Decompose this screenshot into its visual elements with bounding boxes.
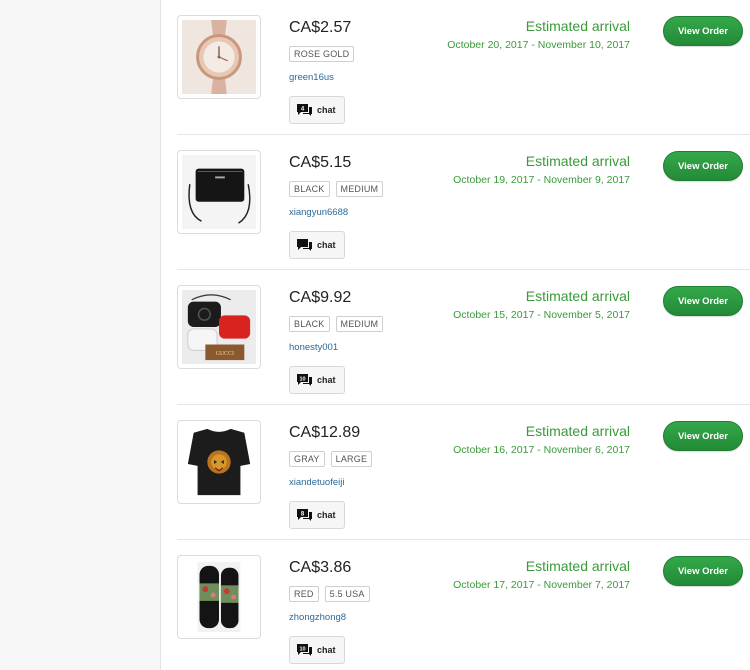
variant-tag: BLACK (289, 316, 330, 332)
variant-list: RED 5.5 USA (289, 586, 370, 602)
chat-button[interactable]: 4 chat (289, 96, 345, 124)
product-image[interactable] (177, 420, 261, 504)
seller-link[interactable]: green16us (289, 72, 334, 83)
chat-button[interactable]: chat (289, 231, 345, 259)
view-order-button[interactable]: View Order (663, 151, 743, 181)
chat-label: chat (317, 105, 336, 115)
svg-text:10: 10 (299, 647, 305, 653)
estimated-arrival-dates: October 19, 2017 - November 9, 2017 (453, 174, 630, 186)
svg-text:GUCCI: GUCCI (216, 351, 234, 357)
seller-link[interactable]: honesty001 (289, 342, 338, 353)
chat-bubble-icon: 10 (297, 374, 312, 386)
product-image[interactable]: GUCCI (177, 285, 261, 369)
variant-tag: LARGE (330, 451, 373, 467)
chat-label: chat (317, 240, 336, 250)
order-row: GUCCI CA$9.92 BLACK MEDIUM honesty001 10… (177, 270, 750, 405)
floral-slides-icon (182, 560, 256, 634)
variant-tag: RED (289, 586, 319, 602)
estimated-arrival-label: Estimated arrival (525, 153, 630, 169)
view-order-button[interactable]: View Order (663, 421, 743, 451)
order-price: CA$9.92 (289, 289, 352, 306)
chat-label: chat (317, 375, 336, 385)
variant-tag: BLACK (289, 181, 330, 197)
chat-label: chat (317, 645, 336, 655)
estimated-arrival-label: Estimated arrival (525, 558, 630, 574)
product-image[interactable] (177, 15, 261, 99)
variant-tag: MEDIUM (335, 316, 384, 332)
estimated-arrival-label: Estimated arrival (525, 288, 630, 304)
camera-bags-icon: GUCCI (182, 290, 256, 364)
variant-tag: 5.5 USA (324, 586, 370, 602)
black-crossbody-bag-icon (182, 155, 256, 229)
chat-bubble-icon (297, 239, 312, 251)
product-image[interactable] (177, 150, 261, 234)
estimated-arrival-dates: October 17, 2017 - November 7, 2017 (453, 579, 630, 591)
order-row: CA$5.15 BLACK MEDIUM xiangyun6688 chat E… (177, 135, 750, 270)
chat-button[interactable]: 10 chat (289, 636, 345, 664)
estimated-arrival-label: Estimated arrival (525, 18, 630, 34)
estimated-arrival-dates: October 20, 2017 - November 10, 2017 (447, 39, 630, 51)
chat-button[interactable]: 10 chat (289, 366, 345, 394)
chat-label: chat (317, 510, 336, 520)
variant-tag: ROSE GOLD (289, 46, 355, 62)
variant-list: BLACK MEDIUM (289, 316, 384, 332)
seller-link[interactable]: xiandetuofeiji (289, 477, 344, 488)
view-order-button[interactable]: View Order (663, 16, 743, 46)
chat-bubble-icon: 10 (297, 644, 312, 656)
chat-button[interactable]: 8 chat (289, 501, 345, 529)
order-price: CA$3.86 (289, 559, 352, 576)
order-price: CA$12.89 (289, 424, 361, 441)
view-order-button[interactable]: View Order (663, 556, 743, 586)
estimated-arrival-dates: October 16, 2017 - November 6, 2017 (453, 444, 630, 456)
product-image[interactable] (177, 555, 261, 639)
variant-tag: GRAY (289, 451, 325, 467)
tiger-sweatshirt-icon (182, 425, 256, 499)
chat-bubble-icon: 4 (297, 104, 312, 116)
view-order-button[interactable]: View Order (663, 286, 743, 316)
variant-list: BLACK MEDIUM (289, 181, 384, 197)
orders-panel: CA$2.57 ROSE GOLD green16us 4 chat Estim… (160, 0, 750, 670)
order-row: CA$2.57 ROSE GOLD green16us 4 chat Estim… (177, 0, 750, 135)
seller-link[interactable]: zhongzhong8 (289, 612, 346, 623)
variant-tag: MEDIUM (335, 181, 384, 197)
order-row: CA$12.89 GRAY LARGE xiandetuofeiji 8 cha… (177, 405, 750, 540)
estimated-arrival-dates: October 15, 2017 - November 5, 2017 (453, 309, 630, 321)
estimated-arrival-label: Estimated arrival (525, 423, 630, 439)
chat-bubble-icon: 8 (297, 509, 312, 521)
rose-gold-watch-icon (182, 20, 256, 94)
order-price: CA$2.57 (289, 19, 352, 36)
order-price: CA$5.15 (289, 154, 352, 171)
seller-link[interactable]: xiangyun6688 (289, 207, 348, 218)
left-gutter (0, 0, 160, 670)
svg-text:10: 10 (299, 377, 305, 383)
order-row: CA$3.86 RED 5.5 USA zhongzhong8 10 chat … (177, 540, 750, 670)
variant-list: ROSE GOLD (289, 46, 355, 62)
variant-list: GRAY LARGE (289, 451, 373, 467)
